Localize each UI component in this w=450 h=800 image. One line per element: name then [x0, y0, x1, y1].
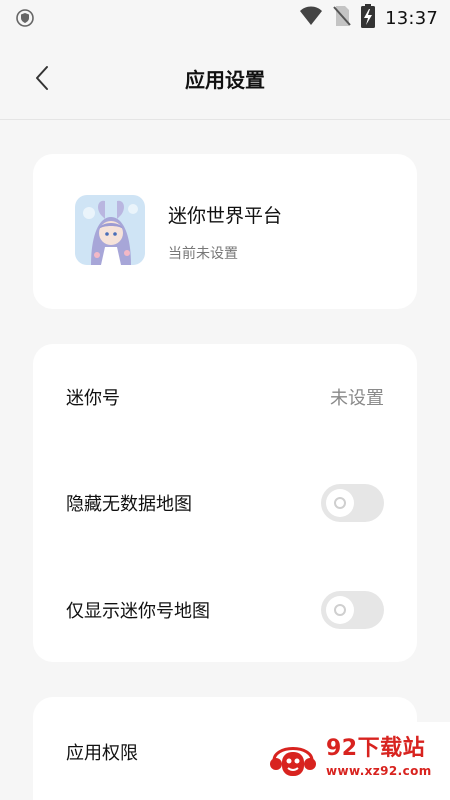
show-mini-maps-only-toggle[interactable]: [321, 591, 384, 629]
no-sim-icon: [333, 5, 351, 31]
app-settings-screen: 13:37 应用设置 迷你世界平台 当前未设置 迷你号 未设置 隐藏无数据地图 …: [0, 0, 450, 800]
app-name: 迷你世界平台: [168, 205, 283, 227]
toggle-knob: [326, 489, 354, 517]
status-icons: 13:37: [299, 4, 438, 32]
wifi-icon: [299, 6, 323, 30]
mini-id-row[interactable]: 迷你号 未设置: [33, 347, 417, 447]
hide-empty-maps-toggle[interactable]: [321, 484, 384, 522]
app-card[interactable]: 迷你世界平台 当前未设置: [33, 154, 417, 309]
shield-icon: [16, 9, 34, 27]
gamepad-logo-icon: [268, 732, 318, 782]
show-mini-maps-only-row: 仅显示迷你号地图: [33, 560, 417, 660]
mini-id-label: 迷你号: [66, 388, 120, 409]
toggle-knob: [326, 596, 354, 624]
header: 应用设置: [0, 36, 450, 120]
battery-charging-icon: [361, 4, 376, 32]
hide-empty-maps-row: 隐藏无数据地图: [33, 453, 417, 553]
watermark-title: 92下载站: [326, 736, 426, 761]
page-title: 应用设置: [185, 68, 265, 92]
app-icon: [75, 195, 145, 265]
site-watermark: 92下载站 www.xz92.com: [250, 722, 450, 800]
show-mini-maps-only-label: 仅显示迷你号地图: [66, 601, 210, 622]
clock: 13:37: [385, 7, 438, 29]
hide-empty-maps-label: 隐藏无数据地图: [66, 494, 192, 515]
settings-card: 迷你号 未设置 隐藏无数据地图 仅显示迷你号地图: [33, 344, 417, 662]
mini-id-value: 未设置: [330, 388, 384, 409]
watermark-url: www.xz92.com: [326, 764, 432, 778]
app-status: 当前未设置: [168, 246, 238, 262]
status-bar: 13:37: [0, 0, 450, 36]
app-permissions-label: 应用权限: [66, 743, 138, 764]
